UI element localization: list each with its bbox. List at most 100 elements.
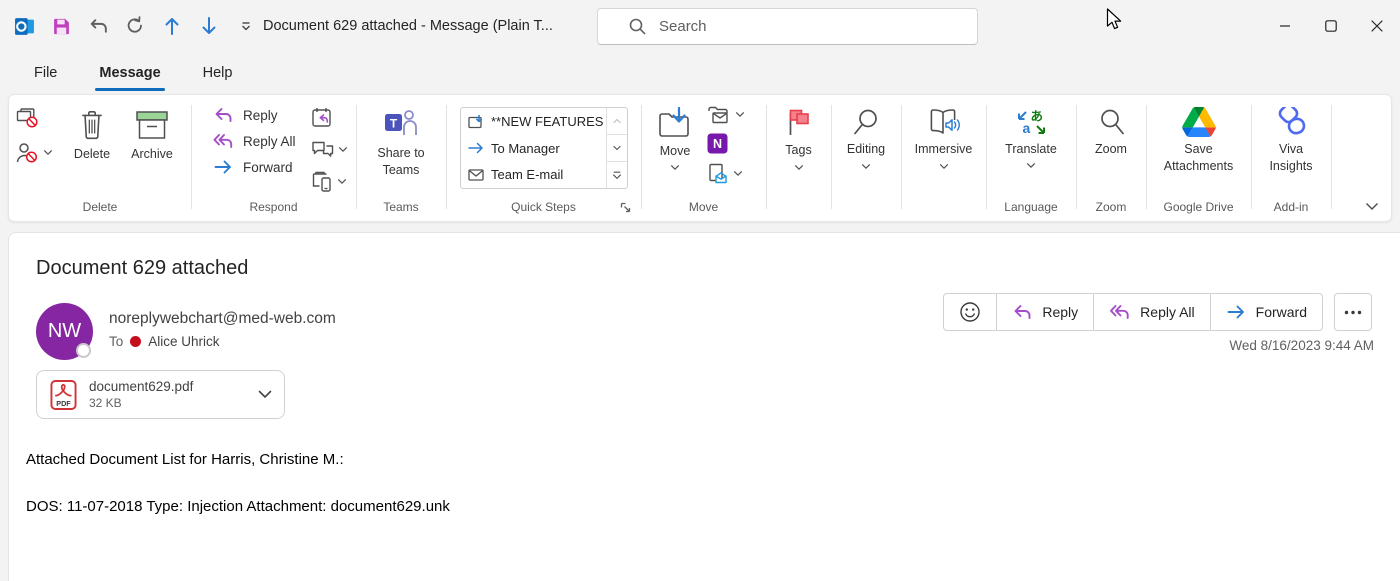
gallery-scroll-up[interactable]: [607, 108, 627, 134]
attachment-card[interactable]: PDF document629.pdf 32 KB: [36, 370, 285, 419]
quick-step-new-features[interactable]: **NEW FEATURES: [461, 108, 606, 135]
window-controls: [1262, 0, 1400, 52]
folder-new-icon: [468, 114, 484, 129]
smiley-icon: [959, 301, 981, 323]
reactions-button[interactable]: [944, 294, 996, 330]
ribbon: Delete Archive Delete Reply: [8, 94, 1392, 222]
save-icon[interactable]: [49, 14, 73, 38]
zoom-button[interactable]: Zoom: [1076, 95, 1146, 158]
search-input[interactable]: Search: [597, 8, 978, 45]
ribbon-group-delete: Delete Archive Delete: [9, 95, 191, 221]
recipient-name[interactable]: Alice Uhrick: [148, 334, 219, 349]
minimize-button[interactable]: [1262, 0, 1308, 52]
chevron-down-icon: [939, 163, 949, 170]
actions-icon: [707, 163, 729, 184]
reply-with-meeting-button[interactable]: [311, 107, 333, 128]
reply-all-button-header[interactable]: Reply All: [1093, 294, 1209, 330]
translate-icon: a あ: [1016, 108, 1047, 137]
outlook-message-window: Document 629 attached - Message (Plain T…: [0, 0, 1400, 581]
gallery-more[interactable]: [607, 161, 627, 188]
send-to-phone-button[interactable]: [311, 171, 347, 192]
outlook-app-icon[interactable]: [12, 14, 36, 38]
reply-arrow-icon: [1012, 304, 1033, 320]
ribbon-group-teams: T Share to Teams Teams: [356, 95, 446, 221]
archive-button[interactable]: Archive: [121, 95, 183, 163]
chevron-down-icon: [1026, 162, 1036, 169]
rules-button[interactable]: [707, 105, 745, 124]
reply-all-arrow-icon: [1109, 304, 1131, 320]
envelope-icon: [468, 169, 484, 181]
forward-arrow-icon: [213, 159, 234, 175]
svg-text:N: N: [713, 137, 722, 151]
immersive-button[interactable]: Immersive: [901, 95, 986, 170]
ignore-button[interactable]: [15, 107, 53, 129]
forward-button[interactable]: Forward: [213, 159, 296, 175]
title-bar: Document 629 attached - Message (Plain T…: [0, 0, 1400, 52]
sender-presence-indicator: [76, 343, 91, 358]
tab-message[interactable]: Message: [85, 52, 174, 94]
ellipsis-icon: [1344, 310, 1362, 315]
message-body-line-2: DOS: 11-07-2018 Type: Injection Attachme…: [26, 498, 450, 515]
move-down-icon[interactable]: [197, 14, 221, 38]
close-button[interactable]: [1354, 0, 1400, 52]
customize-toolbar-chevron-icon[interactable]: [234, 14, 258, 38]
recipient-presence-busy-icon: [130, 336, 141, 347]
tab-file[interactable]: File: [20, 52, 71, 94]
message-date: Wed 8/16/2023 9:44 AM: [1229, 338, 1374, 353]
tags-button[interactable]: Tags: [766, 95, 831, 171]
reply-button[interactable]: Reply: [213, 107, 296, 123]
move-button[interactable]: Move: [647, 95, 703, 171]
quick-step-team-email[interactable]: Team E-mail: [461, 161, 606, 188]
svg-text:T: T: [390, 117, 398, 131]
translate-button[interactable]: a あ Translate: [986, 95, 1076, 169]
block-sender-icon: [15, 141, 39, 164]
maximize-button[interactable]: [1308, 0, 1354, 52]
group-label-teams: Teams: [356, 200, 446, 214]
message-action-buttons: Reply Reply All Forward: [943, 293, 1323, 331]
quick-steps-dialog-launcher[interactable]: [619, 201, 632, 214]
teams-icon: T: [383, 107, 419, 140]
chevron-down-icon: [735, 111, 745, 118]
forward-button-header[interactable]: Forward: [1210, 294, 1322, 330]
ribbon-group-addin: Viva Insights Add-in: [1251, 95, 1331, 221]
search-icon: [628, 17, 647, 36]
quick-step-to-manager[interactable]: To Manager: [461, 135, 606, 162]
reply-with-im-button[interactable]: [311, 140, 348, 159]
save-attachments-button[interactable]: Save Attachments: [1146, 95, 1251, 175]
reply-all-button[interactable]: Reply All: [213, 133, 296, 149]
more-actions-button[interactable]: [1334, 293, 1372, 331]
editing-button[interactable]: Editing: [831, 95, 901, 170]
delete-button[interactable]: Delete: [65, 95, 119, 163]
sender-email[interactable]: noreplywebchart@med-web.com: [109, 310, 336, 328]
arrow-right-icon: [468, 142, 484, 154]
reading-pane: Document 629 attached NW noreplywebchart…: [8, 232, 1400, 581]
attachment-options-chevron-icon[interactable]: [258, 390, 272, 399]
tab-help[interactable]: Help: [189, 52, 247, 94]
message-body-line-1: Attached Document List for Harris, Chris…: [26, 451, 344, 468]
attachment-size: 32 KB: [89, 396, 246, 410]
move-folder-icon: [657, 107, 693, 139]
forward-arrow-icon: [1226, 304, 1247, 320]
viva-insights-button[interactable]: Viva Insights: [1251, 95, 1331, 175]
reply-button-header[interactable]: Reply: [996, 294, 1093, 330]
chevron-down-icon: [338, 146, 348, 153]
chevron-down-icon: [670, 164, 680, 171]
block-sender-button[interactable]: [15, 141, 53, 164]
ribbon-group-editing: Editing: [831, 95, 901, 221]
collapse-ribbon-button[interactable]: [1365, 202, 1379, 211]
share-to-teams-button[interactable]: T Share to Teams: [356, 95, 446, 179]
undo-icon[interactable]: [86, 14, 110, 38]
attachment-meta: document629.pdf 32 KB: [89, 379, 246, 410]
ribbon-group-immersive: Immersive: [901, 95, 986, 221]
onenote-button[interactable]: N: [707, 133, 745, 154]
trash-icon: [79, 109, 105, 141]
redo-icon[interactable]: [123, 14, 147, 38]
actions-button[interactable]: [707, 163, 745, 184]
ribbon-group-move: Move N: [641, 95, 766, 221]
chevron-down-icon: [861, 163, 871, 170]
ribbon-tabs: File Message Help: [0, 52, 1400, 94]
group-label-respond: Respond: [191, 200, 356, 214]
gallery-scroll-down[interactable]: [607, 134, 627, 161]
chevron-down-icon: [43, 149, 53, 156]
move-up-icon[interactable]: [160, 14, 184, 38]
